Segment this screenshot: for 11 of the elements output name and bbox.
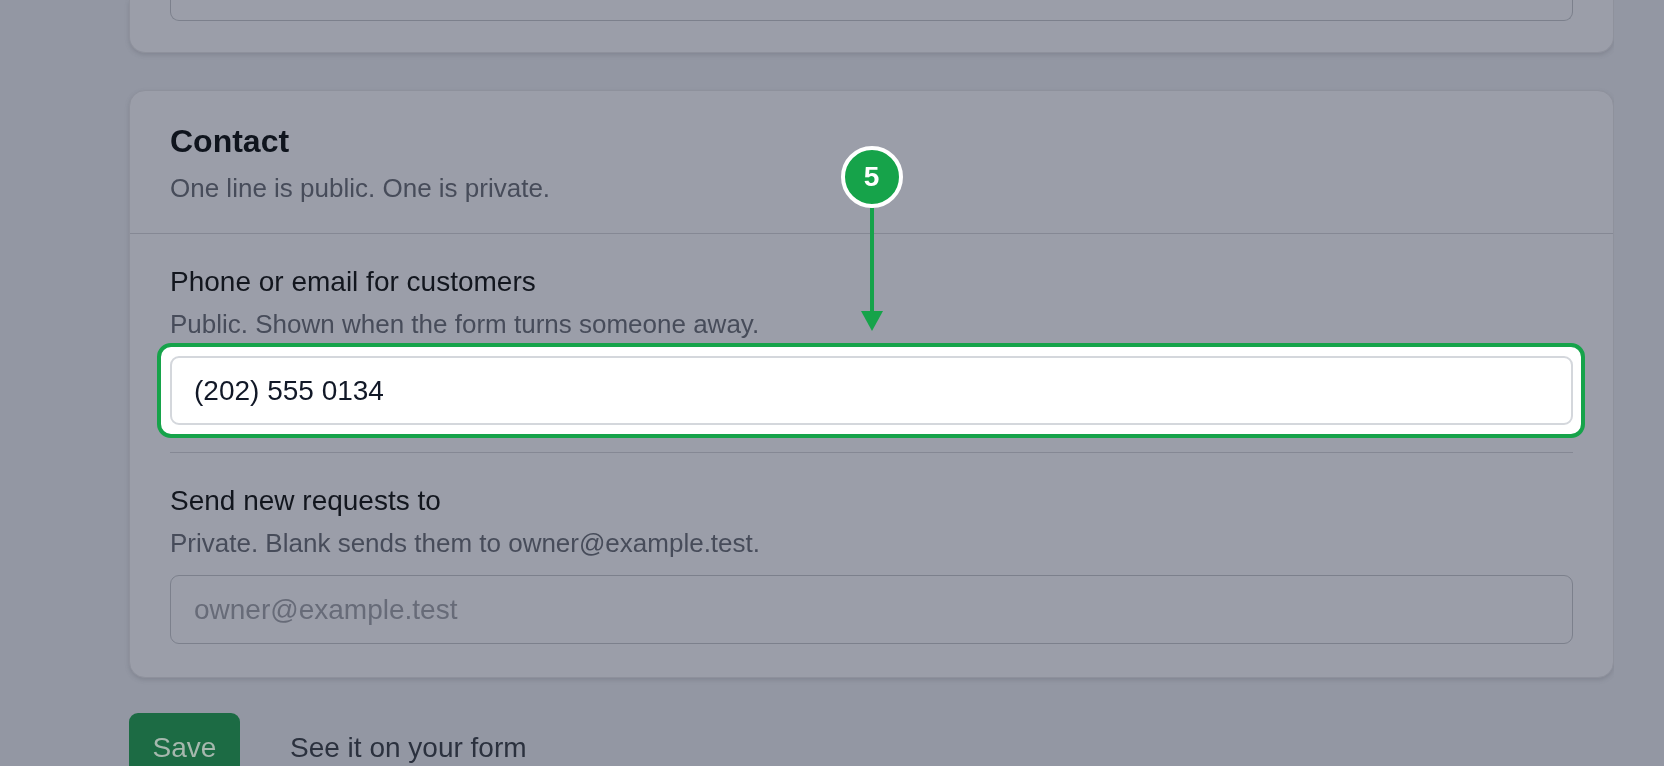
field-hint: Public. Shown when the form turns someone away. bbox=[170, 308, 760, 340]
field-label: Send new requests to bbox=[170, 484, 441, 518]
section-title: Contact bbox=[170, 122, 290, 161]
save-button[interactable]: Save bbox=[129, 713, 240, 766]
section-description: One line is public. One is private. bbox=[170, 172, 551, 205]
form-preview-link[interactable]: See it on your form bbox=[290, 731, 527, 765]
field-label: Phone or email for customers bbox=[170, 265, 536, 299]
step-number-badge: 5 bbox=[840, 146, 903, 208]
input-field[interactable] bbox=[170, 0, 1573, 21]
input-field[interactable]: (202) 555 0134 bbox=[170, 356, 1573, 425]
field-hint: Private. Blank sends them to owner@example.test. bbox=[170, 527, 760, 559]
